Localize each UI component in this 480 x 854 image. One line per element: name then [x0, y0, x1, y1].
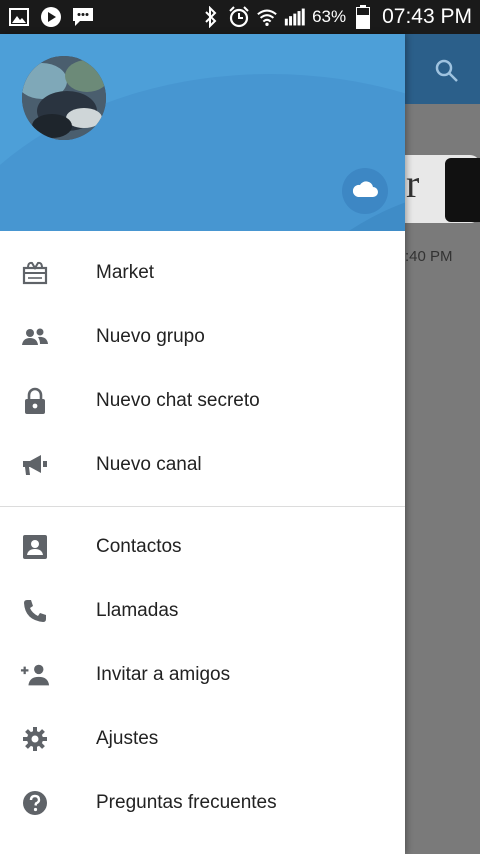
menu-item-faq[interactable]: Preguntas frecuentes [0, 771, 405, 835]
background-card-image [445, 158, 480, 222]
menu-item-label: Ajustes [96, 728, 159, 749]
battery-percent: 63% [312, 7, 347, 26]
navigation-drawer: Market Nuevo grupo Nuevo chat secreto Nu… [0, 34, 405, 854]
menu-item-label: Nuevo grupo [96, 326, 205, 347]
menu-item-label: Llamadas [96, 600, 179, 621]
add-person-icon [20, 660, 50, 690]
menu-item-label: Contactos [96, 536, 182, 557]
menu-item-label: Nuevo chat secreto [96, 390, 260, 411]
menu-item-new-channel[interactable]: Nuevo canal [0, 433, 405, 497]
menu-item-label: Invitar a amigos [96, 664, 231, 685]
background-time: :40 PM [405, 248, 453, 265]
menu-item-label: Nuevo canal [96, 454, 202, 475]
menu-item-invite-friends[interactable]: Invitar a amigos [0, 643, 405, 707]
gallery-icon [8, 6, 30, 28]
menu-item-calls[interactable]: Llamadas [0, 579, 405, 643]
menu-item-settings[interactable]: Ajustes [0, 707, 405, 771]
gear-icon [20, 724, 50, 754]
signal-icon [284, 6, 306, 28]
wifi-icon [256, 6, 278, 28]
menu-item-label: Market [96, 262, 155, 283]
avatar[interactable] [22, 56, 106, 140]
alarm-icon [228, 6, 250, 28]
menu-item-new-group[interactable]: Nuevo grupo [0, 305, 405, 369]
cloud-icon [352, 180, 378, 203]
menu-item-contacts[interactable]: Contactos [0, 515, 405, 579]
bluetooth-icon [200, 6, 222, 28]
background-card-letter: r [406, 161, 420, 206]
megaphone-icon [20, 450, 50, 480]
search-icon[interactable] [434, 58, 460, 84]
help-icon [20, 788, 50, 818]
drawer-menu-primary: Market Nuevo grupo Nuevo chat secreto Nu… [0, 231, 405, 497]
contact-icon [20, 532, 50, 562]
message-icon [72, 6, 94, 28]
play-icon [40, 6, 62, 28]
battery-icon [352, 5, 374, 29]
group-icon [20, 322, 50, 352]
menu-item-new-secret-chat[interactable]: Nuevo chat secreto [0, 369, 405, 433]
status-bar: 63% 07:43 PM [0, 0, 480, 34]
drawer-menu-secondary: Contactos Llamadas Invitar a amigos Ajus… [0, 515, 405, 835]
saved-messages-button[interactable] [342, 168, 388, 214]
menu-divider [0, 506, 405, 507]
phone-icon [20, 596, 50, 626]
menu-item-label: Preguntas frecuentes [96, 792, 277, 813]
lock-icon [20, 386, 50, 416]
menu-item-market[interactable]: Market [0, 241, 405, 305]
drawer-header [0, 34, 405, 231]
clock: 07:43 PM [382, 5, 472, 28]
market-icon [20, 258, 50, 288]
